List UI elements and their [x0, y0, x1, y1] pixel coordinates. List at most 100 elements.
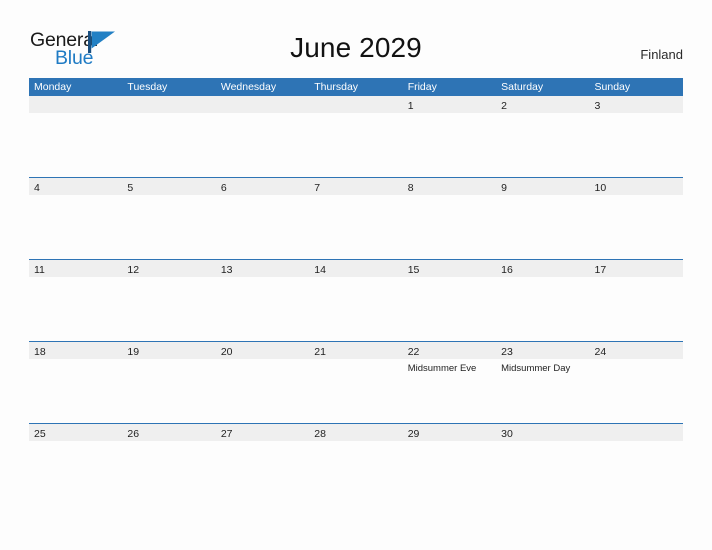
- calendar-day-cell[interactable]: 27: [215, 424, 310, 505]
- calendar-day-cell[interactable]: 29: [402, 424, 497, 505]
- calendar-day-number: 19: [127, 346, 140, 358]
- calendar-day-cell[interactable]: 18: [29, 342, 123, 423]
- calendar-week-cells: 11 12 13 14 15 16 17: [29, 260, 683, 341]
- calendar-day-cell[interactable]: 19: [122, 342, 216, 423]
- calendar-day-body: [496, 113, 590, 177]
- calendar-day-band: [309, 96, 403, 113]
- calendar-day-cell[interactable]: 8: [402, 178, 497, 259]
- calendar-day-cell[interactable]: 4: [29, 178, 123, 259]
- calendar-day-body: [589, 113, 683, 177]
- calendar-day-cell[interactable]: 16: [496, 260, 590, 341]
- calendar-event: Midsummer Eve: [407, 363, 477, 374]
- calendar-day-cell-empty: [589, 424, 683, 505]
- calendar-day-band: 6: [215, 178, 310, 195]
- calendar-day-number: 6: [220, 182, 227, 194]
- calendar-day-cell[interactable]: 5: [122, 178, 216, 259]
- calendar-day-cell[interactable]: 10: [589, 178, 683, 259]
- calendar-day-body: [309, 195, 403, 259]
- calendar-day-cell[interactable]: 21: [309, 342, 403, 423]
- calendar-day-number: 10: [594, 182, 607, 194]
- calendar-day-cell[interactable]: 26: [122, 424, 216, 505]
- calendar-day-cell[interactable]: 12: [122, 260, 216, 341]
- calendar-day-cell[interactable]: 2: [496, 96, 590, 177]
- calendar-week-row: 11 12 13 14 15 16 17: [29, 259, 683, 341]
- calendar-day-cell[interactable]: 7: [309, 178, 403, 259]
- calendar-day-number: 2: [501, 100, 507, 112]
- calendar-day-band: 28: [309, 424, 403, 441]
- calendar-day-cell-empty: [29, 96, 123, 177]
- calendar-event: Midsummer Day: [501, 363, 571, 374]
- calendar-day-cell[interactable]: 30: [496, 424, 590, 505]
- calendar-day-body: [589, 441, 683, 505]
- calendar-day-cell[interactable]: 1: [402, 96, 497, 177]
- calendar-day-cell[interactable]: 28: [309, 424, 403, 505]
- calendar-day-band: 29: [402, 424, 497, 441]
- calendar-day-body: [29, 113, 123, 177]
- calendar-day-band: [589, 424, 683, 441]
- calendar-day-number: 16: [501, 264, 513, 276]
- calendar-day-cell[interactable]: 14: [309, 260, 403, 341]
- calendar-day-cell[interactable]: 9: [496, 178, 590, 259]
- calendar-day-body: [402, 113, 497, 177]
- calendar-day-band: 14: [309, 260, 403, 277]
- calendar-day-number: 29: [407, 428, 420, 440]
- weekday-header-tuesday: Tuesday: [127, 81, 168, 93]
- calendar-day-body: [215, 441, 310, 505]
- calendar-day-cell[interactable]: 23 Midsummer Day: [496, 342, 590, 423]
- calendar-day-body: Midsummer Eve: [402, 359, 497, 423]
- weekday-header-row: Monday Tuesday Wednesday Thursday Friday…: [29, 78, 683, 96]
- calendar-day-band: 15: [402, 260, 497, 277]
- calendar-day-number: 14: [314, 264, 326, 276]
- calendar-day-body: [122, 113, 216, 177]
- calendar-day-number: 12: [127, 264, 140, 276]
- calendar-day-band: 7: [309, 178, 403, 195]
- calendar-week-row: 25 26 27 28 29 30: [29, 423, 683, 505]
- calendar-day-band: 21: [309, 342, 403, 359]
- page-header: General Blue June 2029 Finland: [0, 0, 712, 78]
- calendar-day-band: 1: [402, 96, 497, 113]
- calendar-day-band: [122, 96, 216, 113]
- calendar-day-number: 23: [501, 346, 513, 358]
- calendar-day-number: 30: [501, 428, 513, 440]
- calendar-day-band: 20: [215, 342, 310, 359]
- weekday-header-sunday: Sunday: [594, 81, 631, 93]
- calendar-day-band: 11: [29, 260, 123, 277]
- calendar-day-cell[interactable]: 13: [215, 260, 310, 341]
- calendar-day-cell[interactable]: 11: [29, 260, 123, 341]
- calendar-day-body: [29, 277, 123, 341]
- calendar-day-band: 16: [496, 260, 590, 277]
- calendar-day-cell[interactable]: 6: [215, 178, 310, 259]
- calendar-day-number: 22: [407, 346, 420, 358]
- calendar-day-cell[interactable]: 25: [29, 424, 123, 505]
- calendar-day-band: 19: [122, 342, 216, 359]
- calendar-day-cell[interactable]: 24: [589, 342, 683, 423]
- calendar-day-cell[interactable]: 3: [589, 96, 683, 177]
- calendar-day-body: [309, 359, 403, 423]
- calendar-day-cell[interactable]: 15: [402, 260, 497, 341]
- calendar-day-body: [215, 277, 310, 341]
- calendar-day-cell[interactable]: 22 Midsummer Eve: [402, 342, 497, 423]
- calendar-day-cell-empty: [215, 96, 310, 177]
- weekday-header-monday: Monday: [34, 81, 72, 93]
- calendar-day-body: [29, 441, 123, 505]
- calendar-day-number: 24: [594, 346, 607, 358]
- calendar-day-band: 3: [589, 96, 683, 113]
- calendar-day-band: 30: [496, 424, 590, 441]
- weekday-header-friday: Friday: [407, 81, 437, 93]
- calendar-day-body: [402, 441, 497, 505]
- calendar-day-band: 4: [29, 178, 123, 195]
- calendar-day-band: 26: [122, 424, 216, 441]
- calendar-day-band: 13: [215, 260, 310, 277]
- calendar-day-body: [122, 359, 216, 423]
- calendar-day-body: [589, 277, 683, 341]
- calendar-day-band: [215, 96, 310, 113]
- calendar-day-cell[interactable]: 20: [215, 342, 310, 423]
- calendar-day-cell[interactable]: 17: [589, 260, 683, 341]
- calendar-day-number: 8: [407, 182, 414, 194]
- calendar-day-body: [496, 277, 590, 341]
- calendar-day-body: [309, 113, 403, 177]
- calendar-day-body: [29, 359, 123, 423]
- calendar-day-body: [589, 359, 683, 423]
- calendar-day-band: [29, 96, 123, 113]
- calendar-day-number: 17: [594, 264, 607, 276]
